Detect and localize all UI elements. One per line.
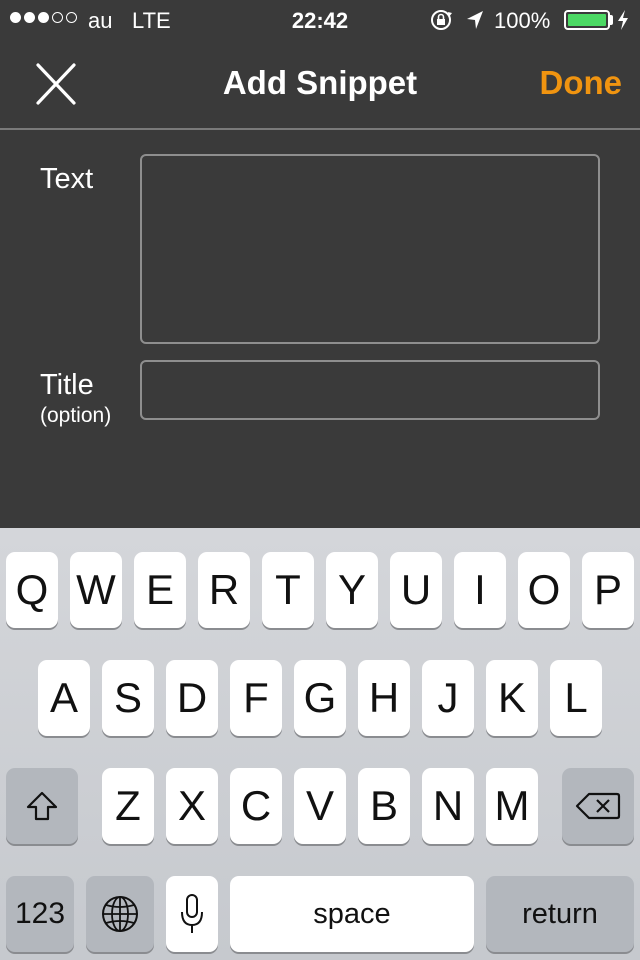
navigation-bar: Add Snippet Done <box>0 40 640 130</box>
space-key[interactable]: space <box>230 876 474 952</box>
key-j[interactable]: J <box>422 660 474 736</box>
return-key[interactable]: return <box>486 876 634 952</box>
key-k[interactable]: K <box>486 660 538 736</box>
shift-key[interactable] <box>6 768 78 844</box>
battery-percent: 100% <box>494 8 551 33</box>
key-s[interactable]: S <box>102 660 154 736</box>
globe-key[interactable] <box>86 876 154 952</box>
key-b[interactable]: B <box>358 768 410 844</box>
key-l[interactable]: L <box>550 660 602 736</box>
globe-icon <box>102 896 138 932</box>
key-i[interactable]: I <box>454 552 506 628</box>
key-d[interactable]: D <box>166 660 218 736</box>
key-a[interactable]: A <box>38 660 90 736</box>
title-input[interactable] <box>140 360 600 420</box>
microphone-key[interactable] <box>166 876 218 952</box>
title-field-sublabel: (option) <box>40 404 112 427</box>
key-u[interactable]: U <box>390 552 442 628</box>
key-n[interactable]: N <box>422 768 474 844</box>
keyboard: Q W E R T Y U I O P A S D F G H J K L Z … <box>0 528 640 960</box>
key-c[interactable]: C <box>230 768 282 844</box>
numbers-key[interactable]: 123 <box>6 876 74 952</box>
text-input[interactable] <box>140 154 600 344</box>
key-r[interactable]: R <box>198 552 250 628</box>
backspace-key[interactable] <box>562 768 634 844</box>
status-bar: au LTE 22:42 100% <box>0 0 640 40</box>
key-o[interactable]: O <box>518 552 570 628</box>
battery-tip <box>610 15 613 25</box>
charging-bolt-icon <box>617 9 629 37</box>
key-t[interactable]: T <box>262 552 314 628</box>
done-button[interactable]: Done <box>540 64 623 102</box>
battery-icon <box>564 10 610 30</box>
key-w[interactable]: W <box>70 552 122 628</box>
battery-fill <box>568 14 606 26</box>
location-arrow-icon <box>465 9 485 37</box>
microphone-icon <box>181 894 203 933</box>
key-z[interactable]: Z <box>102 768 154 844</box>
title-field-label: Title <box>40 369 94 401</box>
key-g[interactable]: G <box>294 660 346 736</box>
key-x[interactable]: X <box>166 768 218 844</box>
key-h[interactable]: H <box>358 660 410 736</box>
key-e[interactable]: E <box>134 552 186 628</box>
backspace-icon <box>575 792 621 820</box>
key-y[interactable]: Y <box>326 552 378 628</box>
key-m[interactable]: M <box>486 768 538 844</box>
key-p[interactable]: P <box>582 552 634 628</box>
key-f[interactable]: F <box>230 660 282 736</box>
text-field-label: Text <box>40 163 94 195</box>
key-v[interactable]: V <box>294 768 346 844</box>
shift-icon <box>26 791 58 821</box>
key-q[interactable]: Q <box>6 552 58 628</box>
rotation-lock-icon <box>430 9 454 37</box>
